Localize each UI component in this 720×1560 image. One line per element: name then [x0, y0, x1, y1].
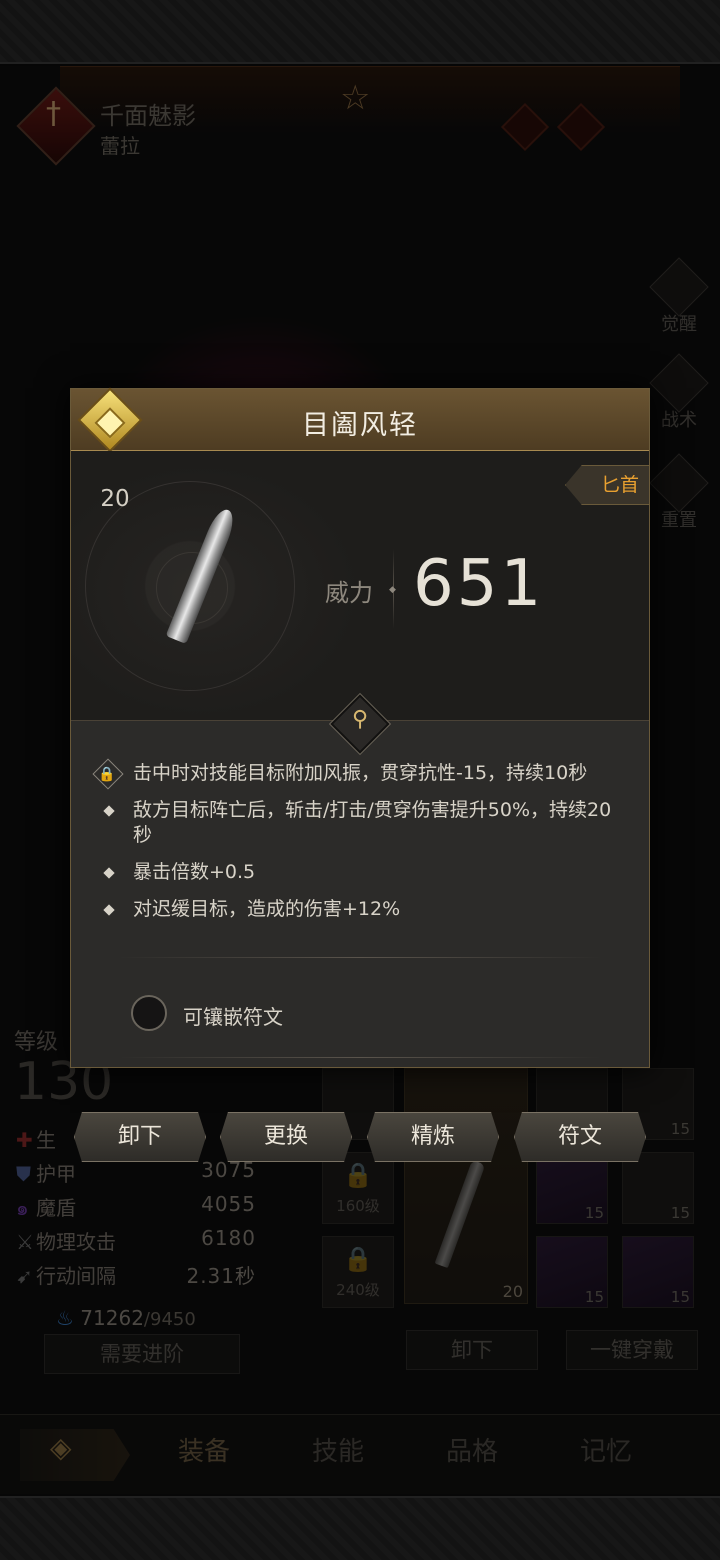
item-name: 目阖风轻	[302, 410, 418, 441]
magnifier-icon: ⚲	[351, 707, 369, 732]
lock-icon: 🔒	[92, 758, 124, 790]
effect-item-locked: 🔒 击中时对技能目标附加风振，贯穿抗性-15，持续10秒	[92, 758, 625, 790]
refine-button[interactable]: 精炼	[367, 1112, 499, 1162]
rune-button[interactable]: 符文	[514, 1112, 646, 1162]
divider	[119, 1057, 601, 1058]
effect-list: 🔒 击中时对技能目标附加风振，贯穿抗性-15，持续10秒 敌方目标阵亡后，斩击/…	[92, 758, 625, 934]
item-level-badge: 20	[87, 471, 143, 527]
diamond-icon: ◆	[389, 585, 396, 595]
effect-item: 敌方目标阵亡后，斩击/打击/贯穿伤害提升50%，持续20秒	[95, 798, 625, 848]
power-label: 威力	[325, 579, 373, 607]
effect-item: 暴击倍数+0.5	[95, 860, 625, 885]
replace-button[interactable]: 更换	[220, 1112, 352, 1162]
item-preview-area: 20 匕首 威力 ◆ 651	[71, 451, 649, 721]
effect-item: 对迟缓目标，造成的伤害+12%	[95, 897, 625, 922]
item-type-tag: 匕首	[565, 465, 649, 505]
rune-socket-label: 可镶嵌符文	[183, 1005, 283, 1029]
power-value: 651	[413, 547, 545, 621]
diamond-bullet-icon	[103, 904, 115, 916]
divider	[119, 957, 601, 958]
diamond-bullet-icon	[103, 805, 115, 817]
item-detail-popup: 目阖风轻 20 匕首 威力 ◆ 651 ⚲ 🔒 击中时对技能目标附加风振，贯穿抗…	[70, 387, 650, 1068]
unequip-button[interactable]: 卸下	[74, 1112, 206, 1162]
popup-title-bar: 目阖风轻	[71, 387, 649, 453]
rune-socket[interactable]	[131, 995, 167, 1031]
diamond-bullet-icon	[103, 867, 115, 879]
